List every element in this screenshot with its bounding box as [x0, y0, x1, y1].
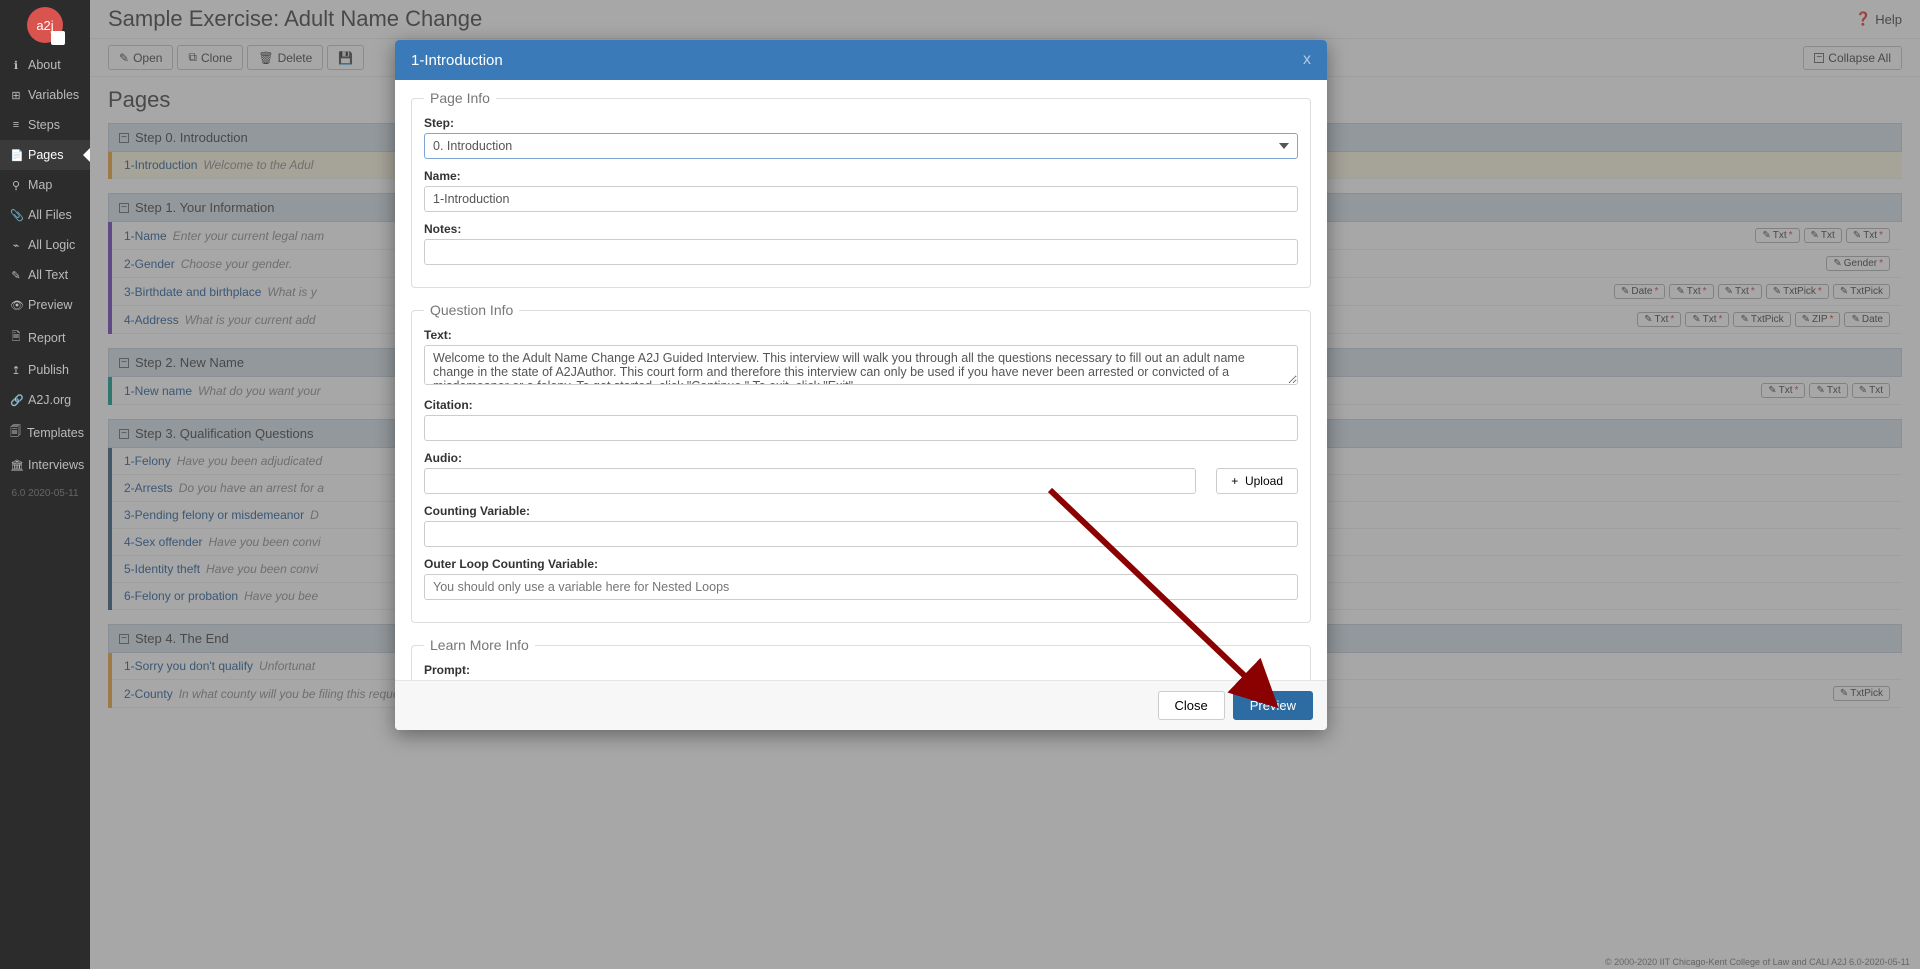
learn-more-legend: Learn More Info [424, 637, 535, 653]
modal-title: 1-Introduction [411, 52, 503, 69]
version-label: 6.0 2020-05-11 [0, 480, 90, 507]
citation-field[interactable] [424, 415, 1298, 441]
sidebar-item-all-logic[interactable]: ⌁ All Logic [0, 230, 90, 260]
sidebar: a2j ℹ About ⊞ Variables ≡ Steps 📄 Pages ⚲ Map 📎 All… [0, 0, 90, 969]
nav-label: Map [28, 178, 52, 192]
nav-label: Variables [28, 88, 79, 102]
plus-icon: + [1231, 474, 1238, 488]
nav-icon: ✎ [10, 269, 22, 282]
name-field[interactable] [424, 186, 1298, 212]
sidebar-item-all-text[interactable]: ✎ All Text [0, 260, 90, 290]
text-label: Text: [424, 328, 1298, 342]
text-field[interactable]: Welcome to the Adult Name Change A2J Gui… [424, 345, 1298, 385]
nav-label: About [28, 58, 61, 72]
upload-button[interactable]: + Upload [1216, 468, 1298, 494]
logo: a2j [0, 0, 90, 50]
close-button[interactable]: Close [1158, 691, 1225, 720]
nav-label: All Files [28, 208, 72, 222]
name-label: Name: [424, 169, 1298, 183]
nav-label: Pages [28, 148, 63, 162]
nav-icon: ⌁ [10, 239, 22, 252]
nav-icon: 📄 [10, 149, 22, 162]
sidebar-item-interviews[interactable]: 🏛 Interviews [0, 450, 90, 480]
nav-label: Preview [28, 298, 72, 312]
sidebar-item-pages[interactable]: 📄 Pages [0, 140, 90, 170]
sidebar-item-report[interactable]: 🗎 Report [0, 320, 90, 355]
notes-label: Notes: [424, 222, 1298, 236]
learn-more-fieldset: Learn More Info Prompt: Response: [411, 637, 1311, 680]
sidebar-item-about[interactable]: ℹ About [0, 50, 90, 80]
step-select[interactable]: 0. Introduction [424, 133, 1298, 159]
sidebar-item-publish[interactable]: ↥ Publish [0, 355, 90, 385]
nav-label: Templates [27, 426, 84, 440]
nav-label: Publish [28, 363, 69, 377]
sidebar-item-map[interactable]: ⚲ Map [0, 170, 90, 200]
page-info-fieldset: Page Info Step: 0. Introduction Name: No… [411, 90, 1311, 288]
modal-header: 1-Introduction x [395, 40, 1327, 80]
nav-label: Steps [28, 118, 60, 132]
sidebar-item-variables[interactable]: ⊞ Variables [0, 80, 90, 110]
question-info-fieldset: Question Info Text: Welcome to the Adult… [411, 302, 1311, 623]
counting-field[interactable] [424, 521, 1298, 547]
sidebar-item-preview[interactable]: 👁 Preview [0, 290, 90, 320]
nav-icon: ↥ [10, 364, 22, 377]
nav-label: All Text [28, 268, 68, 282]
nav-icon: ℹ [10, 59, 22, 72]
page-info-legend: Page Info [424, 90, 496, 106]
page-edit-modal: 1-Introduction x Page Info Step: 0. Intr… [395, 40, 1327, 730]
nav-label: All Logic [28, 238, 75, 252]
nav-label: Interviews [28, 458, 84, 472]
outer-loop-field[interactable] [424, 574, 1298, 600]
nav-icon: 👁 [10, 299, 22, 312]
sidebar-item-all-files[interactable]: 📎 All Files [0, 200, 90, 230]
notes-field[interactable] [424, 239, 1298, 265]
nav-icon: 🔗 [10, 394, 22, 407]
nav-icon: 🗎 [10, 328, 22, 347]
question-info-legend: Question Info [424, 302, 519, 318]
close-icon[interactable]: x [1303, 51, 1311, 69]
sidebar-item-steps[interactable]: ≡ Steps [0, 110, 90, 140]
citation-label: Citation: [424, 398, 1298, 412]
nav-icon: 🏛 [10, 459, 22, 472]
step-label: Step: [424, 116, 1298, 130]
prompt-label: Prompt: [424, 663, 1298, 677]
outer-loop-label: Outer Loop Counting Variable: [424, 557, 1298, 571]
nav-icon: ⊞ [10, 89, 22, 102]
modal-footer: Close Preview [395, 680, 1327, 730]
nav-icon: ≡ [10, 119, 22, 131]
nav-icon: ⚲ [10, 179, 22, 192]
logo-badge: a2j [27, 7, 63, 43]
nav-label: A2J.org [28, 393, 71, 407]
audio-field[interactable] [424, 468, 1196, 494]
audio-label: Audio: [424, 451, 1298, 465]
nav-icon: 📎 [10, 209, 22, 222]
sidebar-item-templates[interactable]: 🗐 Templates [0, 415, 90, 450]
sidebar-item-a2j-org[interactable]: 🔗 A2J.org [0, 385, 90, 415]
preview-button[interactable]: Preview [1233, 691, 1313, 720]
nav-label: Report [28, 331, 66, 345]
counting-label: Counting Variable: [424, 504, 1298, 518]
nav-icon: 🗐 [10, 423, 21, 442]
